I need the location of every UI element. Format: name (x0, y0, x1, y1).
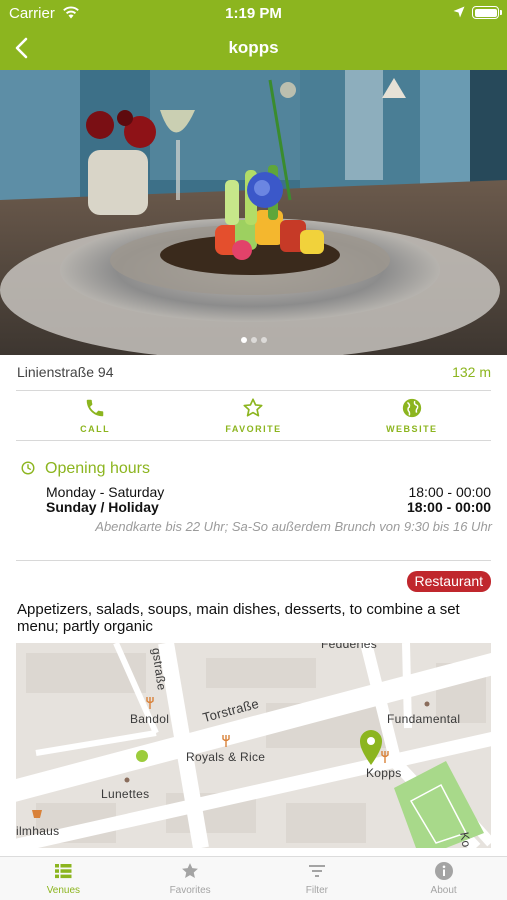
tab-about[interactable]: About (380, 857, 507, 900)
divider (16, 560, 491, 561)
status-time: 1:19 PM (225, 5, 282, 22)
tab-venues[interactable]: Venues (0, 857, 127, 900)
tab-label: Filter (305, 885, 328, 896)
map-streets (16, 643, 491, 848)
map-poi-label: Kopps (366, 766, 402, 780)
opening-time: 18:00 - 00:00 (406, 499, 491, 515)
tab-label: Favorites (169, 885, 211, 896)
map-street-label: Fedderles (321, 643, 378, 651)
venue-map[interactable]: gstraße Torstraße Bandol Royals & Rice F… (16, 643, 491, 848)
opening-days: Monday - Saturday (46, 484, 165, 500)
opening-hours-note: Abendkarte bis 22 Uhr; Sa-So außerdem Br… (95, 519, 492, 534)
map-poi-label: Bandol (130, 712, 170, 726)
venue-address: Linienstraße 94 (17, 364, 114, 380)
star-outline-icon (243, 398, 264, 417)
venue-distance: 132 m (452, 364, 491, 380)
opening-days: Sunday / Holiday (46, 499, 159, 515)
star-icon (182, 863, 199, 878)
status-bar: Carrier 1:19 PM (0, 0, 507, 28)
battery-icon (472, 6, 502, 19)
map-poi-label: ilmhaus (16, 824, 60, 838)
tab-filter[interactable]: Filter (254, 857, 381, 900)
divider (16, 440, 491, 441)
favorite-label: FAVORITE (225, 424, 282, 434)
map-poi-label: Royals & Rice (186, 750, 266, 764)
website-button[interactable]: WEBSITE (333, 391, 491, 439)
category-badge: Restaurant (406, 571, 491, 592)
clock-icon (21, 461, 35, 475)
tab-label: Venues (46, 885, 81, 896)
venue-photo-gallery[interactable] (0, 70, 507, 355)
favorite-button[interactable]: FAVORITE (174, 391, 332, 439)
page-title: kopps (228, 38, 279, 57)
info-icon (434, 862, 453, 880)
opening-hours-title: Opening hours (45, 460, 150, 477)
filter-icon (308, 865, 325, 877)
website-label: WEBSITE (386, 424, 438, 434)
tab-bar: Venues Favorites Filter About (0, 856, 507, 900)
venue-actions: CALL FAVORITE WEBSITE (16, 391, 491, 439)
globe-icon (402, 398, 421, 418)
map-poi-label: Fundamental (387, 712, 461, 726)
venue-photo (0, 70, 507, 355)
map-street-label: Ko (457, 831, 474, 848)
phone-icon (86, 399, 104, 417)
tab-favorites[interactable]: Favorites (127, 857, 254, 900)
gallery-page-indicator (0, 330, 507, 348)
list-icon (55, 864, 72, 879)
location-arrow-icon (453, 6, 465, 18)
venue-description: Appetizers, salads, soups, main dishes, … (17, 601, 460, 635)
call-label: CALL (80, 424, 111, 434)
top-bar: Carrier 1:19 PM kopps (0, 0, 507, 70)
opening-time: 18:00 - 00:00 (408, 484, 491, 500)
tab-label: About (430, 885, 457, 896)
map-poi-label: Lunettes (101, 787, 150, 801)
call-button[interactable]: CALL (16, 391, 174, 439)
